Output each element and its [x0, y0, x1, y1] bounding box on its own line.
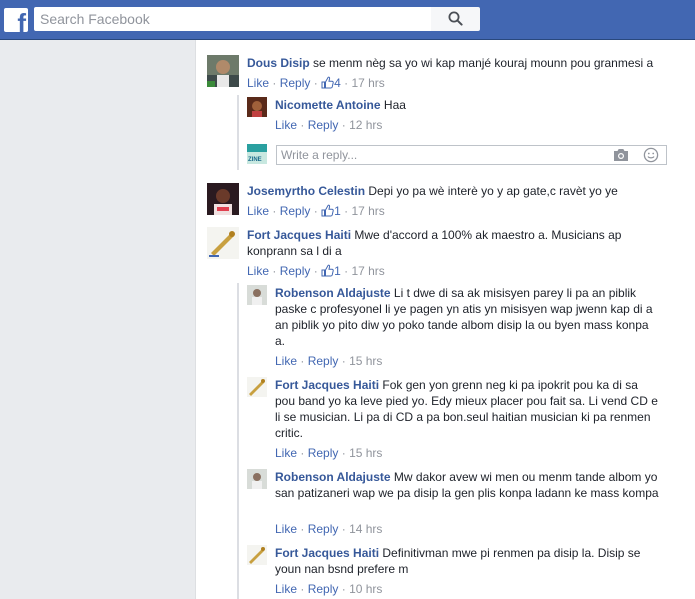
comment-text-block: Nicomette Antoine Haa — [275, 97, 675, 113]
reply-button[interactable]: Reply — [308, 118, 339, 132]
avatar[interactable] — [247, 545, 267, 565]
comment-text-block: Fort Jacques Haiti Fok gen yon grenn neg… — [275, 377, 660, 441]
comment-text: Haa — [383, 98, 406, 112]
comment-text-block: Robenson Aldajuste Mw dakor avew wi men … — [275, 469, 660, 501]
comment-author[interactable]: Fort Jacques Haiti — [275, 378, 379, 392]
search-icon — [448, 11, 463, 26]
search-input[interactable] — [34, 7, 431, 31]
comment-author[interactable]: Dous Disip — [247, 56, 310, 70]
comment-author[interactable]: Robenson Aldajuste — [275, 470, 391, 484]
timestamp[interactable]: 12 hrs — [349, 118, 382, 132]
comment-author[interactable]: Nicomette Antoine — [275, 98, 381, 112]
comment-author[interactable]: Robenson Aldajuste — [275, 286, 391, 300]
avatar[interactable] — [207, 55, 239, 87]
avatar[interactable] — [247, 469, 267, 489]
search-button[interactable] — [431, 7, 480, 31]
like-button[interactable]: Like — [247, 264, 269, 278]
reply-button[interactable]: Reply — [308, 446, 339, 460]
like-button[interactable]: Like — [275, 118, 297, 132]
timestamp[interactable]: 14 hrs — [349, 522, 382, 536]
reply-thread-line — [237, 95, 239, 170]
comment-text-block: Fort Jacques Haiti Definitivman mwe pi r… — [275, 545, 660, 577]
timestamp[interactable]: 17 hrs — [351, 76, 384, 90]
avatar[interactable] — [247, 97, 267, 117]
like-button[interactable]: Like — [275, 354, 297, 368]
like-button[interactable]: Like — [275, 582, 297, 596]
timestamp[interactable]: 15 hrs — [349, 354, 382, 368]
comment-text-block: Fort Jacques Haiti Mwe d'accord a 100% a… — [247, 227, 667, 259]
reply-button[interactable]: Reply — [280, 264, 311, 278]
comment-actions: Like · Reply · 1 · 17 hrs — [247, 264, 385, 278]
thumbs-up-icon — [321, 204, 334, 217]
comment-author[interactable]: Fort Jacques Haiti — [275, 546, 379, 560]
like-button[interactable]: Like — [275, 522, 297, 536]
emoji-icon[interactable] — [643, 147, 659, 163]
timestamp[interactable]: 17 hrs — [351, 264, 384, 278]
avatar[interactable] — [247, 285, 267, 305]
timestamp[interactable]: 10 hrs — [349, 582, 382, 596]
thumbs-up-icon — [321, 76, 334, 89]
timestamp[interactable]: 17 hrs — [351, 204, 384, 218]
comment-actions: Like · Reply · 10 hrs — [275, 582, 383, 596]
reply-input[interactable] — [277, 146, 597, 164]
avatar[interactable] — [207, 227, 239, 259]
comment-text-block: Robenson Aldajuste Li t dwe di sa ak mis… — [275, 285, 660, 349]
reply-button[interactable]: Reply — [280, 76, 311, 90]
reply-button[interactable]: Reply — [308, 522, 339, 536]
comment-author[interactable]: Josemyrtho Celestin — [247, 184, 365, 198]
comment-actions: Like · Reply · 12 hrs — [275, 118, 383, 132]
like-count[interactable]: 1 — [321, 264, 341, 278]
reply-box — [276, 145, 667, 165]
svg-text:ZINE: ZINE — [248, 157, 262, 163]
reply-button[interactable]: Reply — [308, 354, 339, 368]
comment-text: se menm nèg sa yo wi kap manjé kouraj mo… — [313, 56, 654, 70]
comment-actions: Like · Reply · 14 hrs — [275, 522, 383, 536]
like-button[interactable]: Like — [247, 204, 269, 218]
comment-actions: Like · Reply · 15 hrs — [275, 354, 383, 368]
comment-text-block: Dous Disip se menm nèg sa yo wi kap manj… — [247, 55, 687, 71]
facebook-logo[interactable]: f — [4, 8, 28, 32]
reply-button[interactable]: Reply — [308, 582, 339, 596]
like-button[interactable]: Like — [275, 446, 297, 460]
avatar[interactable]: ZINE — [247, 144, 267, 164]
top-bar: f — [0, 0, 695, 40]
avatar[interactable] — [247, 377, 267, 397]
thumbs-up-icon — [321, 264, 334, 277]
comment-actions: Like · Reply · 4 · 17 hrs — [247, 76, 385, 90]
timestamp[interactable]: 15 hrs — [349, 446, 382, 460]
reply-thread-line — [237, 283, 239, 599]
comment-text: Depi yo pa wè interè yo y ap gate,c ravè… — [368, 184, 618, 198]
comment-actions: Like · Reply · 15 hrs — [275, 446, 383, 460]
comment-text-block: Josemyrtho Celestin Depi yo pa wè interè… — [247, 183, 687, 199]
like-count[interactable]: 4 — [321, 76, 341, 90]
comment-author[interactable]: Fort Jacques Haiti — [247, 228, 351, 242]
like-button[interactable]: Like — [247, 76, 269, 90]
comment-actions: Like · Reply · 1 · 17 hrs — [247, 204, 385, 218]
camera-icon[interactable] — [613, 148, 629, 162]
reply-button[interactable]: Reply — [280, 204, 311, 218]
avatar[interactable] — [207, 183, 239, 215]
like-count[interactable]: 1 — [321, 204, 341, 218]
